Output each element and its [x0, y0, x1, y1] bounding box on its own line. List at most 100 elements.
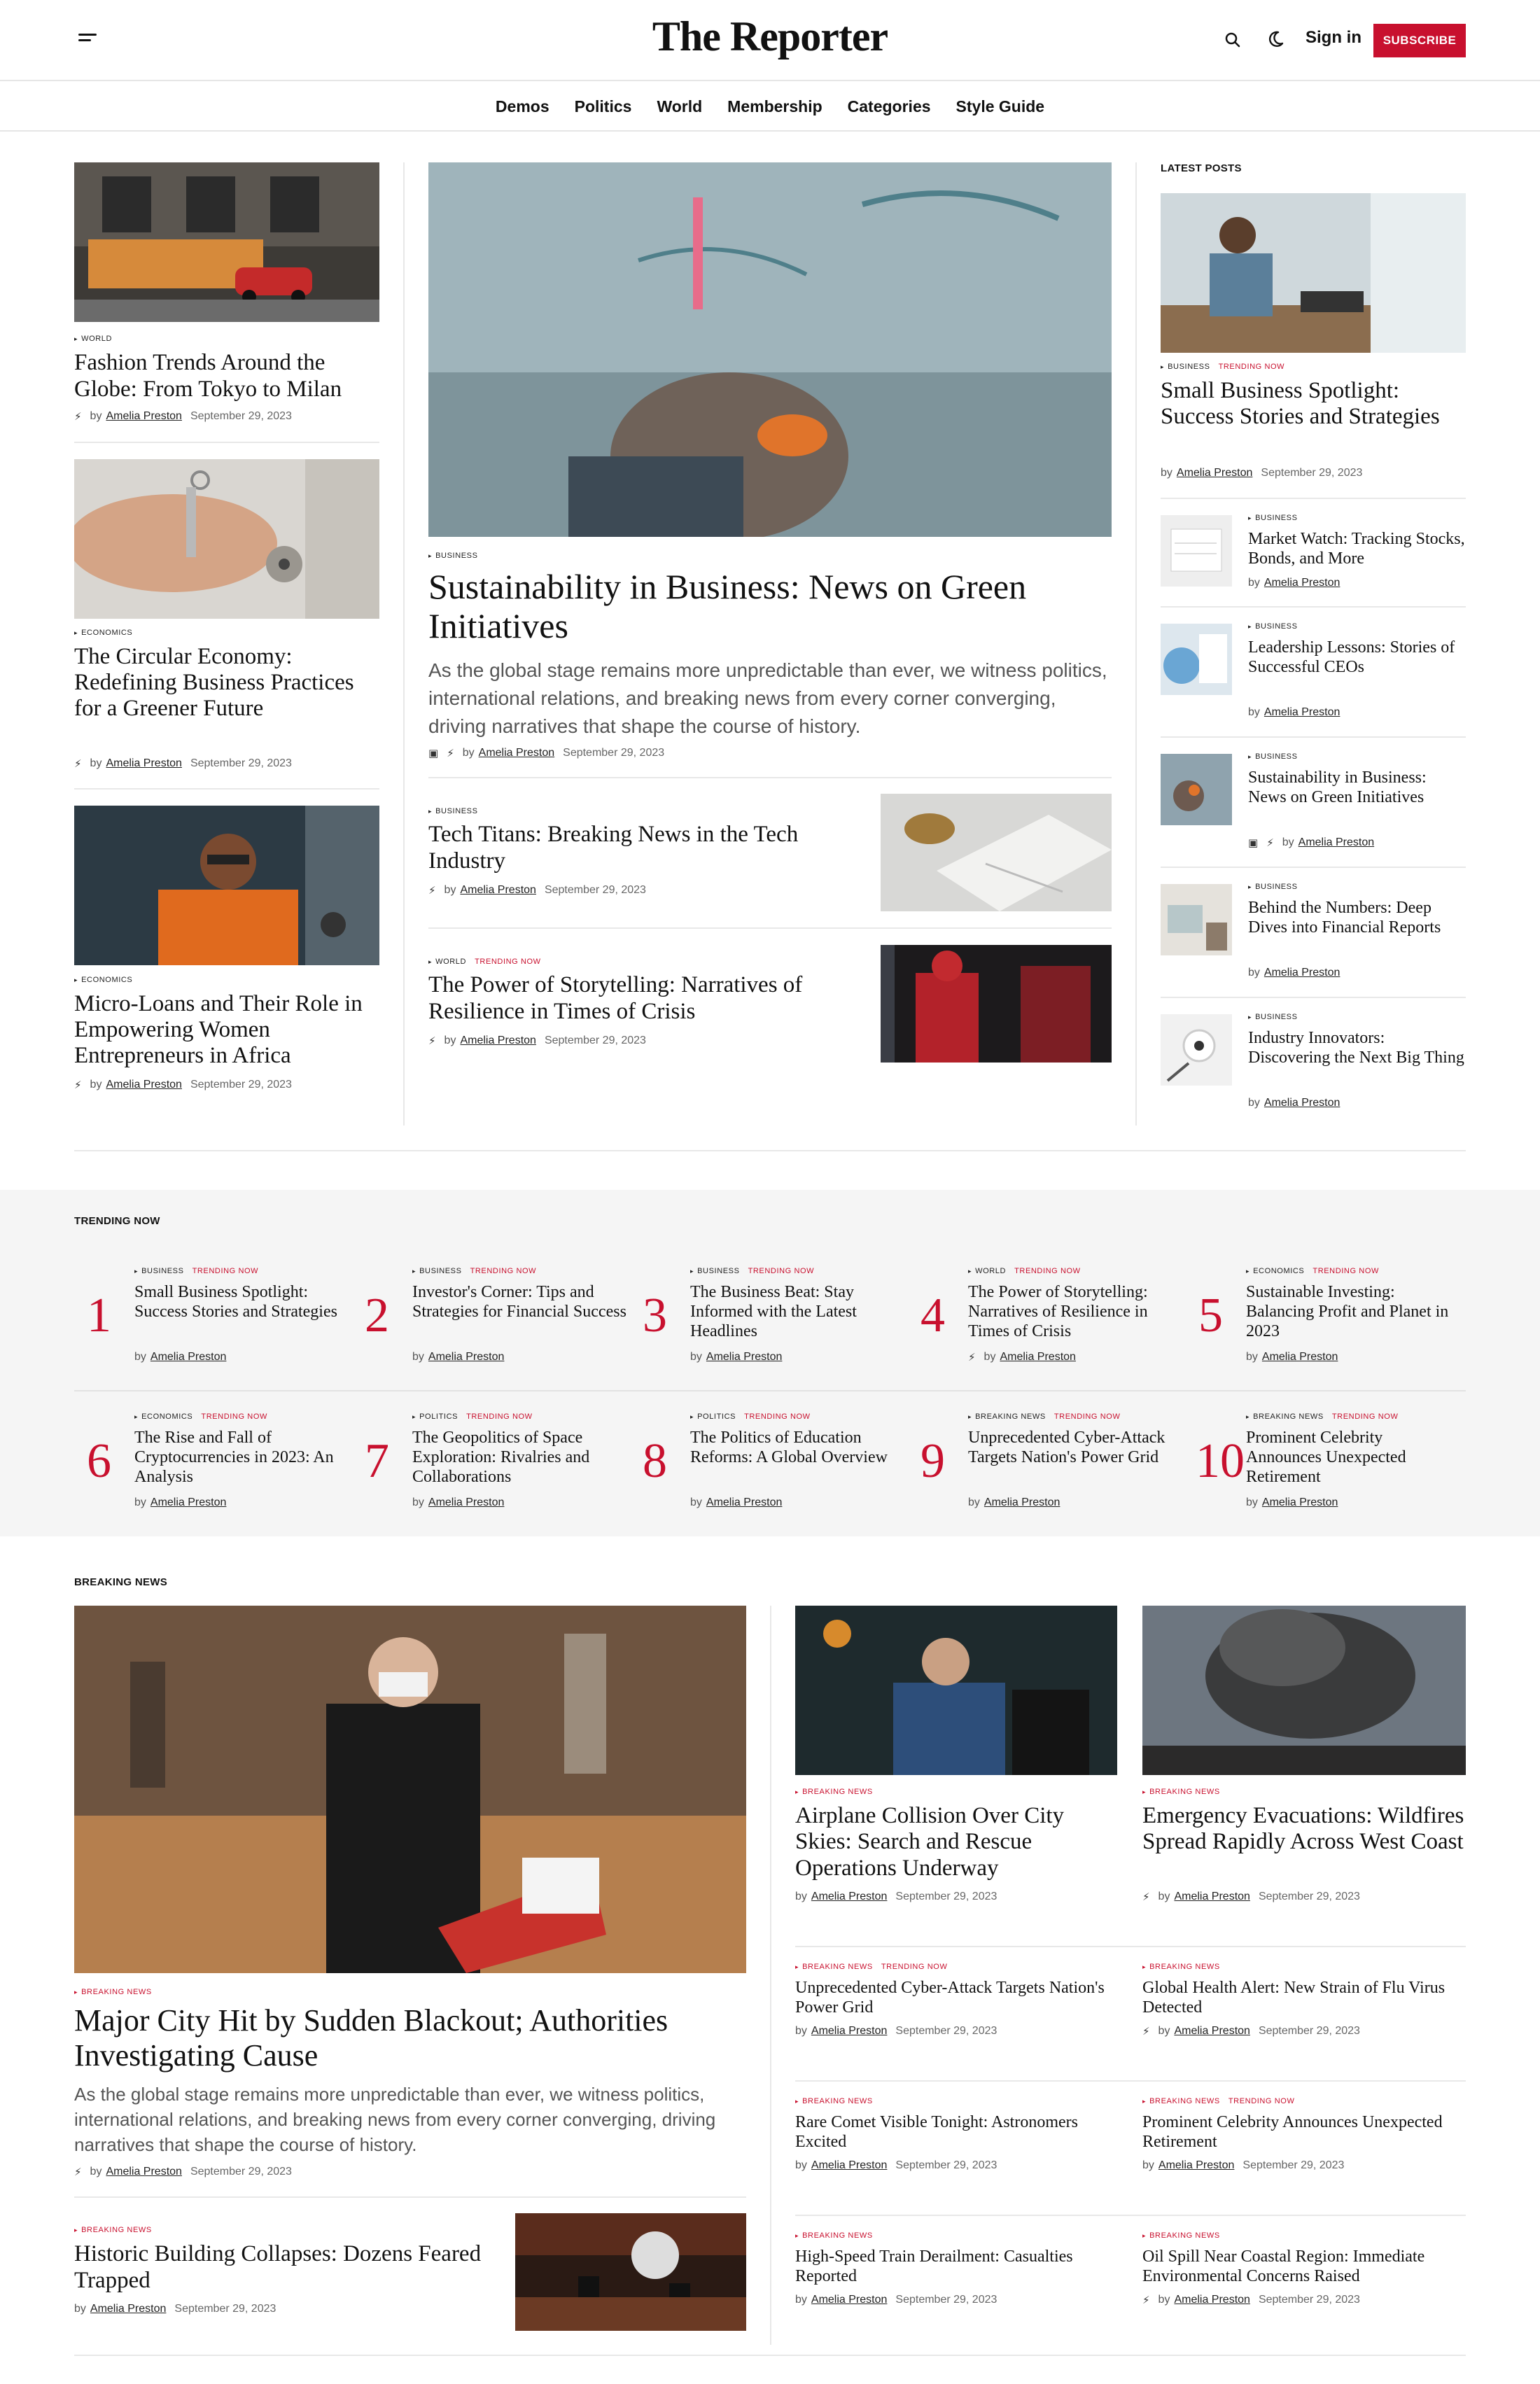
thumbnail[interactable]: [1161, 754, 1232, 825]
category-label[interactable]: ▸ BREAKING NEWS TRENDING NOW: [795, 1963, 947, 1971]
article-title[interactable]: Prominent Celebrity Announces Unexpected…: [1142, 2112, 1466, 2152]
article-title[interactable]: Unprecedented Cyber-Attack Targets Natio…: [795, 1978, 1119, 2017]
trend-title[interactable]: The Power of Storytelling: Narratives of…: [968, 1282, 1182, 1341]
category-label[interactable]: ▸ BREAKING NEWS: [74, 2226, 152, 2234]
category-label[interactable]: ▸ BUSINESS: [1248, 1013, 1298, 1021]
article-title[interactable]: The Circular Economy: Redefining Busines…: [74, 644, 382, 722]
thumbnail[interactable]: [1161, 624, 1232, 695]
category-label[interactable]: ▸ BUSINESS: [428, 552, 478, 560]
trend-title[interactable]: The Politics of Education Reforms: A Glo…: [690, 1428, 904, 1467]
category-label[interactable]: ▸ WORLD TRENDING NOW: [428, 958, 541, 966]
author-link[interactable]: Amelia Preston: [1298, 836, 1375, 849]
nav-item-world[interactable]: World: [657, 97, 702, 116]
article-title[interactable]: Airplane Collision Over City Skies: Sear…: [795, 1803, 1124, 1881]
article-image[interactable]: [74, 806, 379, 965]
article-title[interactable]: Market Watch: Tracking Stocks, Bonds, an…: [1248, 529, 1465, 568]
article-title[interactable]: Small Business Spotlight: Success Storie…: [1161, 378, 1466, 430]
author-link[interactable]: Amelia Preston: [1174, 1891, 1250, 1903]
article-title[interactable]: Emergency Evacuations: Wildfires Spread …: [1142, 1803, 1466, 1856]
author-link[interactable]: Amelia Preston: [706, 1351, 783, 1363]
trend-title[interactable]: Small Business Spotlight: Success Storie…: [134, 1282, 349, 1321]
nav-item-style-guide[interactable]: Style Guide: [956, 97, 1045, 116]
author-link[interactable]: Amelia Preston: [1174, 2025, 1250, 2038]
feature-image[interactable]: [428, 162, 1112, 537]
article-title[interactable]: Micro-Loans and Their Role in Empowering…: [74, 991, 382, 1069]
category-label[interactable]: ▸ BREAKING NEWS: [74, 1988, 152, 1996]
trend-title[interactable]: Unprecedented Cyber-Attack Targets Natio…: [968, 1428, 1182, 1467]
trend-title[interactable]: Sustainable Investing: Balancing Profit …: [1246, 1282, 1460, 1341]
author-link[interactable]: Amelia Preston: [106, 2166, 182, 2178]
article-title[interactable]: High-Speed Train Derailment: Casualties …: [795, 2247, 1119, 2286]
category-label[interactable]: ▸ BUSINESS TRENDING NOW: [134, 1267, 258, 1275]
feature-title[interactable]: Sustainability in Business: News on Gree…: [428, 567, 1112, 645]
category-label[interactable]: ▸ BUSINESS: [1248, 883, 1298, 891]
article-title[interactable]: Industry Innovators: Discovering the Nex…: [1248, 1028, 1465, 1067]
author-link[interactable]: Amelia Preston: [1264, 967, 1340, 979]
author-link[interactable]: Amelia Preston: [90, 2303, 167, 2315]
article-image[interactable]: [515, 2213, 746, 2331]
author-link[interactable]: Amelia Preston: [150, 1496, 227, 1509]
subscribe-button[interactable]: SUBSCRIBE: [1373, 24, 1466, 57]
author-link[interactable]: Amelia Preston: [106, 757, 182, 770]
author-link[interactable]: Amelia Preston: [1264, 1097, 1340, 1109]
author-link[interactable]: Amelia Preston: [460, 884, 536, 897]
author-link[interactable]: Amelia Preston: [1262, 1496, 1338, 1509]
category-label[interactable]: ▸ BUSINESS: [1248, 622, 1298, 631]
trend-title[interactable]: Investor's Corner: Tips and Strategies f…: [412, 1282, 626, 1321]
category-label[interactable]: ▸ BUSINESS: [1248, 752, 1298, 761]
category-label[interactable]: ▸ ECONOMICS TRENDING NOW: [134, 1412, 267, 1421]
category-label[interactable]: ▸ BREAKING NEWS: [795, 1788, 873, 1796]
breaking-main-title[interactable]: Major City Hit by Sudden Blackout; Autho…: [74, 2003, 746, 2073]
author-link[interactable]: Amelia Preston: [460, 1035, 536, 1047]
author-link[interactable]: Amelia Preston: [150, 1351, 227, 1363]
category-label[interactable]: ▸ ECONOMICS: [74, 976, 132, 984]
article-title[interactable]: Sustainability in Business: News on Gree…: [1248, 768, 1465, 807]
category-label[interactable]: ▸ BREAKING NEWS: [795, 2097, 881, 2105]
category-label[interactable]: ▸ BREAKING NEWS: [1142, 1788, 1220, 1796]
nav-item-membership[interactable]: Membership: [727, 97, 822, 116]
trend-title[interactable]: Prominent Celebrity Announces Unexpected…: [1246, 1428, 1460, 1487]
author-link[interactable]: Amelia Preston: [1177, 467, 1253, 479]
search-icon[interactable]: [1224, 31, 1242, 49]
category-label[interactable]: ▸ BUSINESS TRENDING NOW: [690, 1267, 814, 1275]
nav-item-categories[interactable]: Categories: [848, 97, 931, 116]
trend-title[interactable]: The Business Beat: Stay Informed with th…: [690, 1282, 904, 1341]
article-image[interactable]: [1161, 193, 1466, 353]
article-title[interactable]: Leadership Lessons: Stories of Successfu…: [1248, 638, 1465, 677]
category-label[interactable]: ▸ POLITICS TRENDING NOW: [412, 1412, 533, 1421]
article-image[interactable]: [74, 459, 379, 619]
author-link[interactable]: Amelia Preston: [1174, 2294, 1250, 2306]
category-label[interactable]: ▸ BREAKING NEWS: [795, 2231, 881, 2240]
category-label[interactable]: ▸ WORLD: [74, 335, 112, 343]
article-image[interactable]: [881, 945, 1112, 1063]
author-link[interactable]: Amelia Preston: [106, 1079, 182, 1091]
thumbnail[interactable]: [1161, 1014, 1232, 1086]
category-label[interactable]: ▸ POLITICS TRENDING NOW: [690, 1412, 811, 1421]
article-title[interactable]: Historic Building Collapses: Dozens Fear…: [74, 2241, 494, 2294]
nav-item-politics[interactable]: Politics: [575, 97, 632, 116]
thumbnail[interactable]: [1161, 515, 1232, 587]
dark-mode-icon[interactable]: [1266, 29, 1285, 49]
category-label[interactable]: ▸ ECONOMICS: [74, 629, 132, 637]
category-label[interactable]: ▸ BUSINESS TRENDING NOW: [1161, 363, 1284, 371]
author-link[interactable]: Amelia Preston: [106, 410, 182, 423]
article-title[interactable]: Rare Comet Visible Tonight: Astronomers …: [795, 2112, 1119, 2152]
author-link[interactable]: Amelia Preston: [1264, 577, 1340, 589]
category-label[interactable]: ▸ BUSINESS: [1248, 514, 1298, 522]
trend-title[interactable]: The Rise and Fall of Cryptocurrencies in…: [134, 1428, 349, 1487]
breaking-main-image[interactable]: [74, 1606, 746, 1973]
author-link[interactable]: Amelia Preston: [706, 1496, 783, 1509]
author-link[interactable]: Amelia Preston: [428, 1496, 505, 1509]
category-label[interactable]: ▸ BREAKING NEWS TRENDING NOW: [968, 1412, 1120, 1421]
category-label[interactable]: ▸ BREAKING NEWS TRENDING NOW: [1142, 2097, 1294, 2105]
article-title[interactable]: Behind the Numbers: Deep Dives into Fina…: [1248, 898, 1465, 937]
author-link[interactable]: Amelia Preston: [811, 2025, 888, 2038]
article-title[interactable]: Global Health Alert: New Strain of Flu V…: [1142, 1978, 1466, 2017]
author-link[interactable]: Amelia Preston: [1262, 1351, 1338, 1363]
category-label[interactable]: ▸ BUSINESS TRENDING NOW: [412, 1267, 536, 1275]
nav-item-demos[interactable]: Demos: [496, 97, 550, 116]
author-link[interactable]: Amelia Preston: [984, 1496, 1060, 1509]
article-image[interactable]: [795, 1606, 1117, 1775]
article-image[interactable]: [881, 794, 1112, 911]
author-link[interactable]: Amelia Preston: [479, 747, 555, 759]
